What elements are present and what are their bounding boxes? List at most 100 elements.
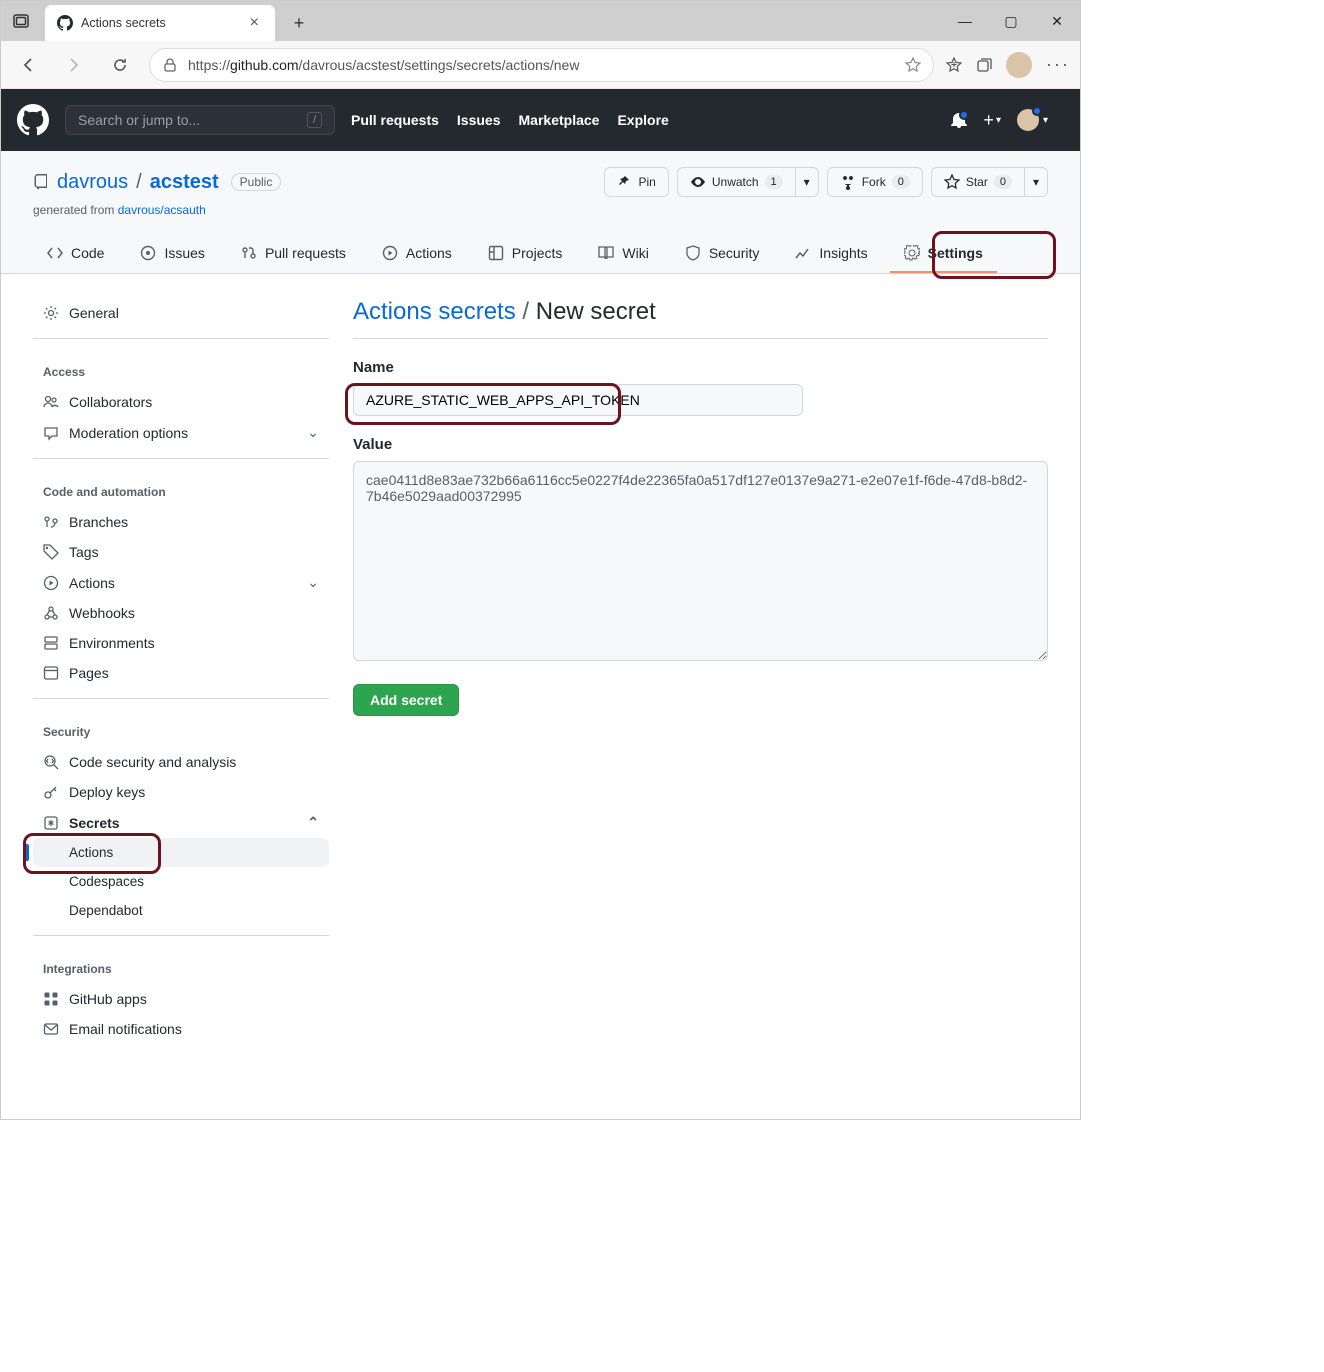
favorites-icon[interactable] [946,57,962,73]
tab-insights[interactable]: Insights [781,235,881,273]
window-maximize-button[interactable]: ▢ [988,1,1034,41]
pin-icon [617,174,633,190]
server-icon [43,635,59,651]
sidebar-item-code-security[interactable]: Code security and analysis [33,747,329,777]
tab-actions[interactable]: Actions [368,235,466,273]
sidebar-item-github-apps[interactable]: GitHub apps [33,984,329,1014]
nav-marketplace[interactable]: Marketplace [519,112,600,128]
tab-issues[interactable]: Issues [126,235,218,273]
sidebar-item-deploy-keys[interactable]: Deploy keys [33,777,329,807]
browser-address-bar: https://github.com/davrous/acstest/setti… [1,41,1080,89]
star-dropdown[interactable]: ▾ [1024,167,1048,197]
tab-code[interactable]: Code [33,235,118,273]
repo-owner-link[interactable]: davrous [57,171,128,194]
new-tab-button[interactable]: + [283,7,315,39]
sidebar-item-tags[interactable]: Tags [33,537,329,567]
github-search-input[interactable]: Search or jump to... / [65,105,335,135]
tab-title: Actions secrets [81,16,238,30]
sidebar-header-security: Security [33,709,329,747]
pin-button[interactable]: Pin [604,167,669,197]
secret-name-input[interactable] [353,384,803,416]
repo-slash: / [136,171,142,194]
tab-close-icon[interactable]: × [246,14,263,32]
projects-icon [488,245,504,261]
tab-overview-icon[interactable] [1,1,41,41]
repo-icon [33,174,49,190]
generated-from-link[interactable]: davrous/acsauth [118,203,206,217]
unwatch-dropdown[interactable]: ▾ [795,167,819,197]
tab-wiki[interactable]: Wiki [584,235,662,273]
tab-pull-requests[interactable]: Pull requests [227,235,360,273]
secret-value-textarea[interactable] [353,461,1048,661]
tab-security[interactable]: Security [671,235,774,273]
sidebar-item-branches[interactable]: Branches [33,507,329,537]
sidebar-item-environments[interactable]: Environments [33,628,329,658]
nav-issues[interactable]: Issues [457,112,501,128]
branch-icon [43,514,59,530]
play-icon [382,245,398,261]
gear-icon [904,245,920,261]
book-icon [598,245,614,261]
fork-button[interactable]: Fork0 [827,167,923,197]
user-menu[interactable]: ▾ [1017,109,1048,131]
sidebar-header-code: Code and automation [33,469,329,507]
unwatch-button[interactable]: Unwatch1 [677,167,795,197]
sidebar-item-actions[interactable]: Actions⌄ [33,567,329,598]
repo-name-link[interactable]: acstest [150,171,219,194]
eye-icon [690,174,706,190]
collections-icon[interactable] [976,57,992,73]
webhook-icon [43,605,59,621]
graph-icon [795,245,811,261]
sidebar-item-general[interactable]: General [33,298,329,328]
sidebar-item-pages[interactable]: Pages [33,658,329,688]
gear-icon [43,305,59,321]
nav-pull-requests[interactable]: Pull requests [351,112,439,128]
window-close-button[interactable]: ✕ [1034,1,1080,41]
github-favicon-icon [57,15,73,31]
fork-icon [840,174,856,190]
notification-dot-icon [959,110,969,120]
window-minimize-button[interactable]: — [942,1,988,41]
nav-forward-button[interactable] [57,48,91,82]
url-text: https://github.com/davrous/acstest/setti… [188,57,579,73]
page-title: Actions secrets / New secret [353,298,1048,326]
sidebar-item-secrets-actions[interactable]: Actions [33,838,329,867]
mail-icon [43,1021,59,1037]
nav-refresh-button[interactable] [103,48,137,82]
nav-explore[interactable]: Explore [617,112,668,128]
add-secret-button[interactable]: Add secret [353,684,459,716]
sidebar-item-webhooks[interactable]: Webhooks [33,598,329,628]
breadcrumb-link[interactable]: Actions secrets [353,298,516,325]
comment-icon [43,425,59,441]
star-button[interactable]: Star0 [931,167,1024,197]
browser-menu-button[interactable]: ··· [1046,54,1070,75]
repo-header: davrous / acstest Public Pin Unwatch1 ▾ … [1,151,1080,274]
github-logo-icon[interactable] [17,104,49,136]
browser-icon [43,665,59,681]
browser-profile-avatar[interactable] [1006,52,1032,78]
notifications-button[interactable] [951,112,967,128]
code-icon [47,245,63,261]
url-input[interactable]: https://github.com/davrous/acstest/setti… [149,48,934,82]
user-avatar [1017,109,1039,131]
name-label: Name [353,359,1048,376]
shield-icon [685,245,701,261]
sidebar-item-secrets-codespaces[interactable]: Codespaces [33,867,329,896]
browser-tab[interactable]: Actions secrets × [45,5,275,41]
sidebar-item-secrets[interactable]: Secrets⌃ [33,807,329,838]
sidebar-item-collaborators[interactable]: Collaborators [33,387,329,417]
tag-icon [43,544,59,560]
play-circle-icon [43,575,59,591]
sidebar-item-email[interactable]: Email notifications [33,1014,329,1044]
nav-back-button[interactable] [11,48,45,82]
browser-tab-strip: Actions secrets × + — ▢ ✕ [1,1,1080,41]
sidebar-item-secrets-dependabot[interactable]: Dependabot [33,896,329,925]
chevron-up-icon: ⌃ [307,814,319,831]
create-new-dropdown[interactable]: +▾ [983,110,1001,131]
tab-projects[interactable]: Projects [474,235,577,273]
chevron-down-icon: ⌄ [307,574,319,591]
tab-settings[interactable]: Settings [890,235,997,273]
sidebar-item-moderation[interactable]: Moderation options⌄ [33,417,329,448]
chevron-down-icon: ⌄ [307,424,319,441]
favorite-star-icon[interactable] [905,57,921,73]
